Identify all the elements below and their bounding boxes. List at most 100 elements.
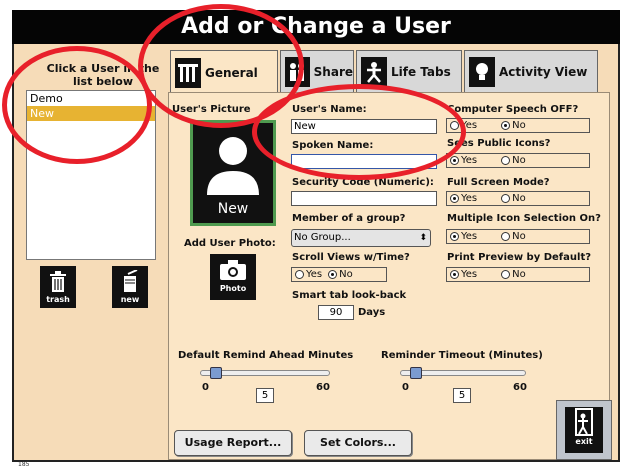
reminder-timeout-value[interactable]: 5 — [453, 388, 471, 403]
radio-off-icon — [295, 270, 304, 279]
trash-button[interactable]: trash — [40, 266, 76, 308]
trash-can-icon — [50, 271, 66, 292]
full-screen-yes-label: Yes — [461, 193, 478, 204]
radio-on-icon — [450, 270, 459, 279]
camera-icon — [220, 260, 246, 280]
multi-select-no[interactable]: No — [501, 231, 526, 242]
remind-ahead-label: Default Remind Ahead Minutes — [178, 350, 354, 361]
multi-select-label: Multiple Icon Selection On? — [447, 213, 601, 224]
tab-share[interactable]: Share — [280, 50, 354, 92]
speech-off-no[interactable]: No — [501, 120, 526, 131]
group-select[interactable]: No Group... ⬍ — [291, 229, 431, 247]
user-picture[interactable]: New — [190, 120, 276, 226]
new-user-button-label: new — [120, 295, 140, 304]
set-colors-button[interactable]: Set Colors... — [304, 430, 412, 456]
scroll-views-yes[interactable]: Yes — [295, 269, 322, 280]
scroll-views-no[interactable]: No — [328, 269, 353, 280]
print-preview-label: Print Preview by Default? — [447, 252, 592, 263]
speech-off-yes[interactable]: Yes — [450, 120, 477, 131]
full-screen-no[interactable]: No — [501, 193, 526, 204]
usage-report-button[interactable]: Usage Report... — [174, 430, 292, 456]
print-preview-no[interactable]: No — [501, 269, 526, 280]
user-list[interactable]: Demo New — [26, 90, 156, 260]
tab-life-tabs-label: Life Tabs — [391, 64, 451, 79]
public-icons-yes[interactable]: Yes — [450, 155, 477, 166]
speech-off-radio-group: Yes No — [446, 118, 590, 133]
radio-off-icon — [501, 194, 511, 203]
figure-icon — [361, 56, 387, 87]
user-list-item-demo[interactable]: Demo — [27, 91, 155, 106]
add-user-photo-label: Add User Photo: — [184, 238, 276, 249]
photo-button[interactable]: Photo — [210, 254, 256, 300]
users-name-input[interactable]: New — [291, 119, 437, 134]
tab-general-label: General — [205, 65, 258, 80]
users-picture-label: User's Picture — [172, 104, 251, 115]
radio-on-icon — [450, 194, 459, 203]
print-preview-no-label: No — [512, 269, 526, 280]
multi-select-yes[interactable]: Yes — [450, 231, 477, 242]
spoken-name-label: Spoken Name: — [292, 140, 374, 151]
radio-on-icon — [328, 270, 338, 279]
full-screen-label: Full Screen Mode? — [447, 177, 550, 188]
full-screen-yes[interactable]: Yes — [450, 193, 477, 204]
window-title: Add or Change a User — [12, 10, 620, 44]
reminder-timeout-max: 60 — [513, 382, 527, 393]
group-select-value: No Group... — [294, 232, 351, 243]
print-preview-radio-group: Yes No — [446, 267, 590, 282]
multi-select-radio-group: Yes No — [446, 229, 590, 244]
full-screen-no-label: No — [512, 193, 526, 204]
tools-icon — [175, 57, 201, 88]
multi-select-no-label: No — [512, 231, 526, 242]
group-label: Member of a group? — [292, 213, 406, 224]
updown-icon: ⬍ — [419, 233, 427, 243]
public-icons-no[interactable]: No — [501, 155, 526, 166]
speech-off-no-label: No — [512, 120, 526, 131]
remind-ahead-value[interactable]: 5 — [256, 388, 274, 403]
multi-select-yes-label: Yes — [461, 231, 478, 242]
reminder-timeout-label: Reminder Timeout (Minutes) — [381, 350, 543, 361]
photo-button-label: Photo — [219, 284, 247, 293]
tab-activity-view-label: Activity View — [499, 64, 588, 79]
user-list-instruction: Click a User in the list below — [46, 62, 160, 88]
reminder-timeout-slider-thumb[interactable] — [409, 367, 422, 379]
full-screen-radio-group: Yes No — [446, 191, 590, 206]
radio-off-icon — [501, 156, 511, 165]
spoken-name-input[interactable] — [291, 154, 437, 169]
scroll-views-radio-group: Yes No — [291, 267, 387, 282]
speech-off-yes-label: Yes — [461, 120, 478, 131]
radio-off-icon — [450, 121, 459, 130]
footer-id: 185 — [18, 461, 30, 468]
scroll-views-no-label: No — [339, 269, 353, 280]
scroll-views-yes-label: Yes — [306, 269, 323, 280]
new-user-button[interactable]: new — [112, 266, 148, 308]
tab-general[interactable]: General — [170, 50, 278, 94]
smart-tab-unit: Days — [358, 307, 386, 318]
public-icons-radio-group: Yes No — [446, 153, 590, 168]
exit-button[interactable]: exit — [556, 400, 612, 460]
radio-on-icon — [450, 232, 459, 241]
user-picture-caption: New — [217, 201, 249, 217]
person-silhouette-icon — [207, 137, 259, 195]
print-preview-yes[interactable]: Yes — [450, 269, 477, 280]
reminder-timeout-min: 0 — [402, 382, 409, 393]
print-preview-yes-label: Yes — [461, 269, 478, 280]
security-code-input[interactable] — [291, 191, 437, 206]
remind-ahead-slider-thumb[interactable] — [209, 367, 222, 379]
radio-on-icon — [450, 156, 459, 165]
smart-tab-label: Smart tab look-back — [292, 290, 407, 301]
public-icons-no-label: No — [512, 155, 526, 166]
lightbulb-icon — [469, 56, 495, 87]
public-icons-label: Sees Public Icons? — [447, 138, 551, 149]
tab-share-label: Share — [313, 64, 353, 79]
public-icons-yes-label: Yes — [461, 155, 478, 166]
exit-button-label: exit — [575, 437, 593, 446]
users-name-label: User's Name: — [292, 104, 367, 115]
people-icon — [285, 56, 310, 87]
new-document-icon — [124, 270, 138, 292]
smart-tab-input[interactable]: 90 — [318, 305, 354, 320]
scroll-views-label: Scroll Views w/Time? — [292, 252, 410, 263]
tab-life-tabs[interactable]: Life Tabs — [356, 50, 462, 92]
tab-activity-view[interactable]: Activity View — [464, 50, 598, 92]
remind-ahead-max: 60 — [316, 382, 330, 393]
user-list-item-new[interactable]: New — [27, 106, 155, 121]
